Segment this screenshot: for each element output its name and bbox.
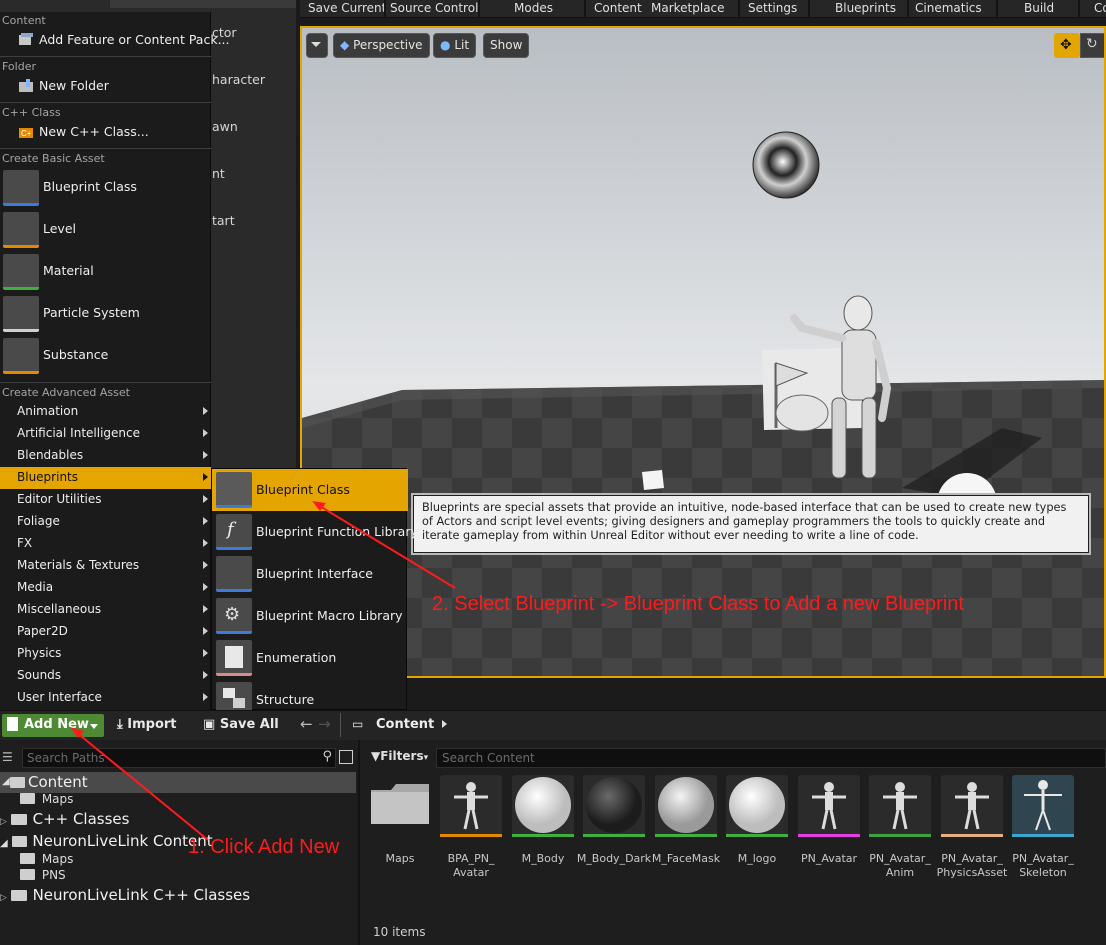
- annotation-step-2: 2. Select Blueprint -> Blueprint Class t…: [432, 593, 964, 615]
- annotation-arrows: [70, 501, 456, 841]
- annotation-step-1: 1. Click Add New: [188, 836, 340, 858]
